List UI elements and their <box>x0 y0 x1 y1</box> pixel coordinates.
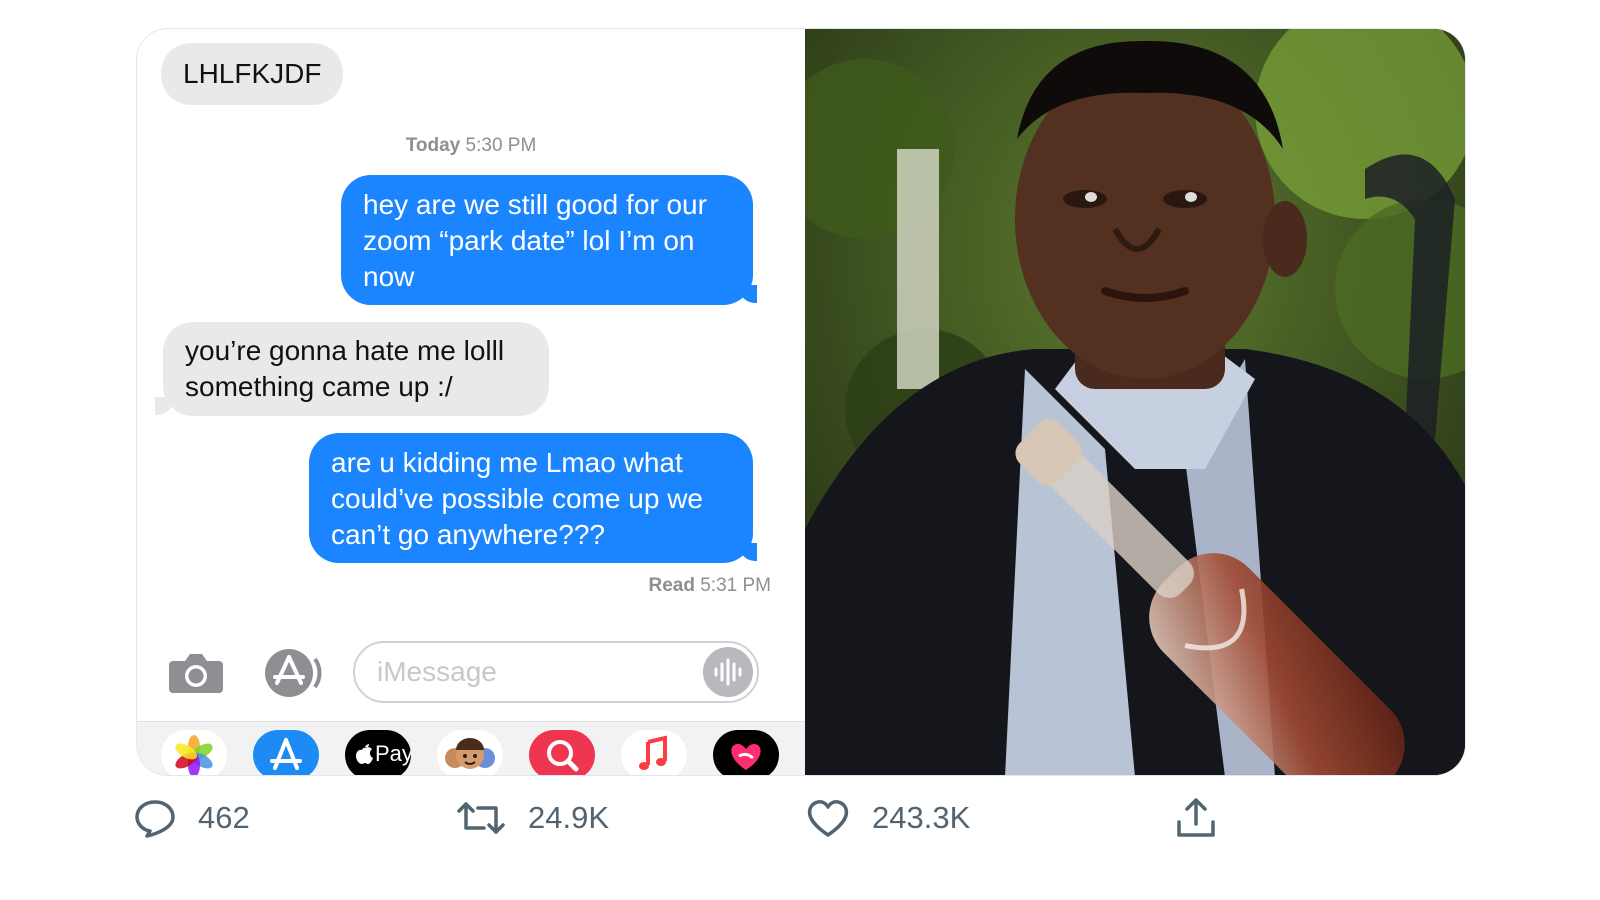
retweet-count: 24.9K <box>528 800 610 835</box>
timestamp-day: Today <box>405 135 461 156</box>
message-line: you’re gonna hate me lolll <box>185 335 505 366</box>
digital-touch-icon[interactable] <box>713 730 779 775</box>
photos-app-icon[interactable] <box>161 730 227 775</box>
received-bubble-top: LHLFKJDF <box>161 43 343 105</box>
retweet-icon <box>457 802 505 834</box>
reply-icon <box>135 800 175 838</box>
app-store-icon[interactable] <box>253 730 319 775</box>
camera-icon[interactable] <box>167 647 225 695</box>
input-placeholder: iMessage <box>377 656 497 687</box>
message-timestamp: Today 5:30 PM <box>137 135 805 157</box>
message-line: zoom “park date” lol I’m on <box>363 225 695 256</box>
message-line: are u kidding me Lmao what <box>331 447 683 478</box>
retweet-button[interactable]: 24.9K <box>456 788 609 848</box>
like-count: 243.3K <box>872 800 971 835</box>
reply-button[interactable]: 462 <box>134 788 250 848</box>
read-time: 5:31 PM <box>700 575 771 596</box>
sent-bubble: are u kidding me Lmao what could’ve poss… <box>309 433 753 563</box>
memoji-icon[interactable] <box>437 730 503 775</box>
reply-count: 462 <box>198 800 250 835</box>
read-label: Read <box>648 575 695 596</box>
image-search-icon[interactable] <box>529 730 595 775</box>
message-text: LHLFKJDF <box>183 58 322 89</box>
imessage-app-drawer: Pay <box>137 721 805 775</box>
share-button[interactable] <box>1174 788 1218 848</box>
apple-pay-icon[interactable]: Pay <box>345 730 411 775</box>
imessage-screenshot: LHLFKJDF Today 5:30 PM hey are we still … <box>137 29 805 775</box>
reaction-photo-illustration <box>805 29 1465 775</box>
like-button[interactable]: 243.3K <box>806 788 970 848</box>
apple-pay-label: Pay <box>375 741 411 766</box>
share-icon <box>1177 798 1215 837</box>
imessage-input[interactable]: iMessage <box>353 641 759 703</box>
sent-bubble: hey are we still good for our zoom “park… <box>341 175 753 305</box>
message-line: can’t go anywhere??? <box>331 519 605 550</box>
message-line: now <box>363 261 415 292</box>
timestamp-time: 5:30 PM <box>465 135 537 156</box>
read-receipt: Read 5:31 PM <box>648 575 771 597</box>
message-line: hey are we still good for our <box>363 189 707 220</box>
tweet-media-card[interactable]: LHLFKJDF Today 5:30 PM hey are we still … <box>136 28 1466 776</box>
received-bubble: you’re gonna hate me lolll something cam… <box>163 322 549 416</box>
message-line: could’ve possible come up we <box>331 483 703 514</box>
audio-message-icon[interactable] <box>703 647 753 697</box>
app-store-button[interactable] <box>261 647 327 699</box>
heart-icon <box>807 800 849 837</box>
reaction-photo[interactable] <box>805 29 1465 775</box>
message-line: something came up :/ <box>185 371 453 402</box>
music-icon[interactable] <box>621 730 687 775</box>
